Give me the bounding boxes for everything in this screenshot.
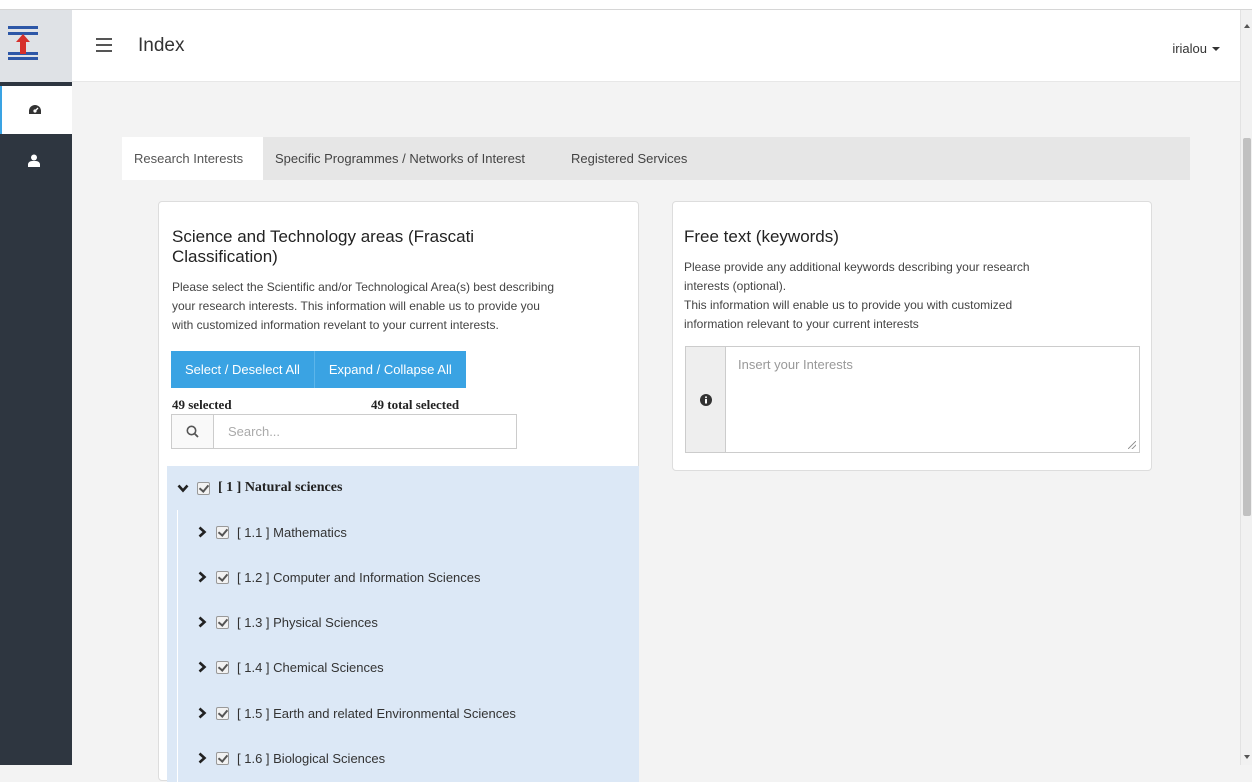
interests-input-group — [685, 346, 1140, 453]
search-addon — [172, 415, 214, 448]
top-header: Index irialou — [72, 10, 1240, 82]
tab-bar: Research Interests Specific Programmes /… — [122, 137, 1190, 180]
tree-node-computer-information-sciences[interactable]: [ 1.2 ] Computer and Information Science… — [196, 565, 481, 589]
total-selected-count: 49 total selected — [371, 397, 460, 412]
tree-checkbox[interactable] — [197, 481, 210, 495]
chevron-right-icon[interactable] — [196, 616, 208, 628]
science-desc-line1: Please select the Scientific and/or Tech… — [172, 280, 554, 294]
sidebar-item-dashboard[interactable] — [0, 86, 72, 134]
tab-registered-services[interactable]: Registered Services — [559, 137, 699, 180]
tree-node-label: [ 1.1 ] Mathematics — [237, 524, 347, 540]
chevron-down-icon[interactable] — [177, 482, 189, 494]
search-input[interactable] — [214, 415, 516, 448]
tree-checkbox[interactable] — [216, 660, 229, 674]
tree-node-label: [ 1.6 ] Biological Sciences — [237, 750, 386, 766]
user-menu[interactable]: irialou — [1172, 41, 1220, 56]
chevron-right-icon[interactable] — [196, 661, 208, 673]
science-desc-line2: your research interests. This informatio… — [172, 299, 540, 313]
search-icon — [186, 425, 199, 438]
tree-checkbox[interactable] — [216, 615, 229, 629]
tree-node-label: [ 1.4 ] Chemical Sciences — [237, 659, 384, 675]
tab-research-interests[interactable]: Research Interests — [122, 137, 263, 180]
tree-checkbox[interactable] — [216, 525, 229, 539]
science-panel-title-line2: Classification) — [172, 247, 278, 266]
chevron-right-icon[interactable] — [196, 707, 208, 719]
keywords-desc-line1: Please provide any additional keywords d… — [684, 260, 1030, 274]
user-icon — [28, 154, 40, 167]
expand-collapse-all-button[interactable]: Expand / Collapse All — [313, 351, 466, 388]
scroll-down-arrow-icon[interactable] — [1244, 755, 1250, 759]
textarea-addon — [686, 347, 726, 452]
keywords-panel: Free text (keywords) Please provide any … — [672, 201, 1152, 471]
logo-box[interactable] — [0, 10, 72, 82]
science-panel-description: Please select the Scientific and/or Tech… — [172, 278, 554, 335]
tree-checkbox[interactable] — [216, 706, 229, 720]
tree-action-buttons: Select / Deselect All Expand / Collapse … — [171, 351, 466, 388]
dashboard-icon — [29, 105, 41, 114]
menu-toggle-icon[interactable] — [96, 38, 112, 52]
tree-node-label: [ 1.3 ] Physical Sciences — [237, 614, 378, 630]
info-icon — [699, 393, 712, 406]
page-scrollbar[interactable] — [1240, 10, 1252, 765]
tree-node-chemical-sciences[interactable]: [ 1.4 ] Chemical Sciences — [196, 655, 384, 679]
tree-checkbox[interactable] — [216, 751, 229, 765]
tree-node-mathematics[interactable]: [ 1.1 ] Mathematics — [196, 520, 347, 544]
interests-textarea[interactable] — [726, 347, 1139, 452]
selected-count: 49 selected — [172, 397, 232, 412]
select-deselect-all-button[interactable]: Select / Deselect All — [171, 351, 314, 388]
tree-node-physical-sciences[interactable]: [ 1.3 ] Physical Sciences — [196, 610, 378, 634]
caret-down-icon — [1212, 46, 1220, 51]
keywords-desc-line4: information relevant to your current int… — [684, 317, 919, 331]
tree-node-biological-sciences[interactable]: [ 1.6 ] Biological Sciences — [196, 746, 385, 770]
tree-node-natural-sciences[interactable]: [ 1 ] Natural sciences — [167, 466, 639, 510]
sidebar — [0, 10, 72, 765]
keywords-desc-line3: This information will enable us to provi… — [684, 298, 1013, 312]
science-tree: [ 1 ] Natural sciences [ 1.1 ] Mathemati… — [167, 466, 639, 782]
sidebar-item-user[interactable] — [0, 136, 72, 184]
keywords-panel-title: Free text (keywords) — [684, 227, 839, 246]
page-title: Index — [138, 35, 185, 56]
username: irialou — [1172, 41, 1207, 56]
logo-arrow-icon — [16, 34, 30, 54]
tab-specific-programmes[interactable]: Specific Programmes / Networks of Intere… — [263, 137, 537, 180]
chevron-right-icon[interactable] — [196, 526, 208, 538]
tree-node-label: [ 1.2 ] Computer and Information Science… — [237, 569, 481, 585]
tree-node-label: [ 1 ] Natural sciences — [218, 480, 343, 495]
chevron-right-icon[interactable] — [196, 571, 208, 583]
resize-handle-icon[interactable] — [1128, 441, 1136, 449]
tree-checkbox[interactable] — [216, 570, 229, 584]
tree-node-earth-environmental-sciences[interactable]: [ 1.5 ] Earth and related Environmental … — [196, 701, 516, 725]
science-panel-title-line1: Science and Technology areas (Frascati — [172, 227, 475, 246]
app-logo — [8, 26, 38, 60]
scroll-thumb[interactable] — [1243, 138, 1251, 516]
keywords-desc-line2: interests (optional). — [684, 279, 787, 293]
science-areas-panel: Science and Technology areas (Frascati C… — [158, 201, 639, 782]
science-panel-title: Science and Technology areas (Frascati C… — [172, 227, 474, 267]
chevron-right-icon[interactable] — [196, 752, 208, 764]
tree-children: [ 1.1 ] Mathematics [ 1.2 ] Computer and… — [177, 510, 639, 782]
tree-search — [171, 414, 517, 449]
keywords-panel-description: Please provide any additional keywords d… — [684, 258, 1030, 334]
scroll-up-arrow-icon[interactable] — [1244, 24, 1250, 28]
window-top-strip — [0, 0, 1252, 10]
tree-node-label: [ 1.5 ] Earth and related Environmental … — [237, 705, 516, 721]
science-desc-line3: with customized information revelant to … — [172, 318, 499, 332]
